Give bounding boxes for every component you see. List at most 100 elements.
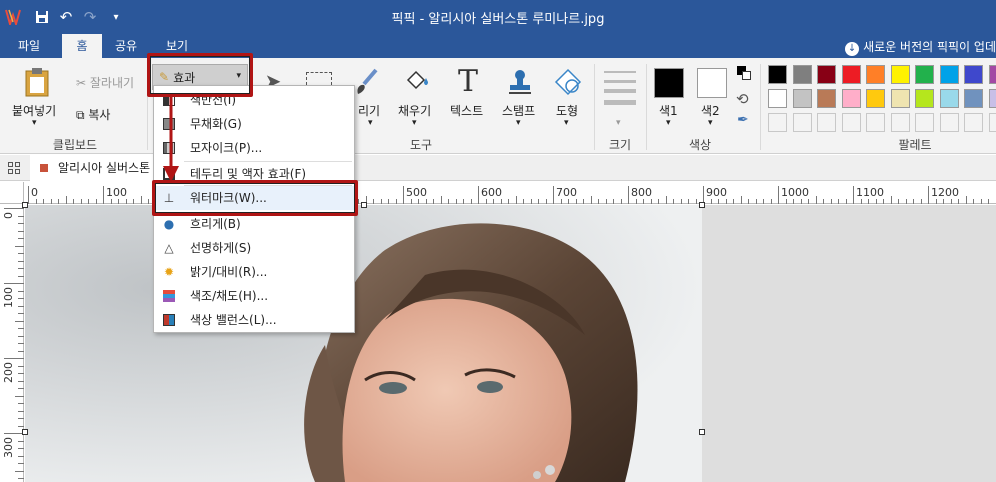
palette-swatch[interactable] bbox=[915, 65, 934, 84]
menu-item-grayscale[interactable]: 무채화(G) bbox=[154, 112, 354, 136]
line-size-icon[interactable] bbox=[602, 68, 638, 108]
ruler-label: 900 bbox=[706, 186, 727, 199]
resize-handle[interactable] bbox=[22, 429, 28, 435]
color1-dropdown-icon[interactable]: ▾ bbox=[666, 118, 671, 128]
shape-icon[interactable] bbox=[552, 66, 584, 98]
palette-swatch[interactable] bbox=[890, 65, 910, 84]
ruler-minor-tick bbox=[58, 199, 59, 204]
draw-button-label[interactable]: 리기 bbox=[358, 102, 380, 119]
shape-dropdown-icon[interactable]: ▾ bbox=[564, 118, 569, 128]
palette-empty-swatch[interactable] bbox=[768, 113, 787, 132]
brightness-icon: ✹ bbox=[163, 265, 175, 279]
draw-dropdown-icon[interactable]: ▾ bbox=[368, 118, 373, 128]
fill-dropdown-icon[interactable]: ▾ bbox=[412, 118, 417, 128]
ruler-minor-tick bbox=[18, 290, 24, 292]
palette-swatch[interactable] bbox=[939, 89, 959, 108]
annotation-arrow bbox=[163, 96, 179, 182]
stamp-dropdown-icon[interactable]: ▾ bbox=[516, 118, 521, 128]
ruler-tick bbox=[778, 186, 779, 204]
default-colors-icon[interactable] bbox=[737, 66, 751, 80]
ruler-minor-tick bbox=[410, 199, 412, 204]
fill-button[interactable]: 채우기 bbox=[398, 102, 431, 119]
tab-overview-icon[interactable] bbox=[8, 162, 20, 174]
ruler-minor-tick bbox=[18, 373, 24, 374]
tab-share[interactable]: 공유 bbox=[106, 34, 146, 58]
ruler-minor-tick bbox=[18, 365, 24, 367]
size-dropdown-icon[interactable]: ▾ bbox=[616, 118, 621, 128]
menu-item-mosaic[interactable]: 모자이크(P)... bbox=[154, 136, 354, 160]
palette-swatch[interactable] bbox=[866, 65, 885, 84]
ruler-minor-tick bbox=[830, 199, 832, 204]
palette-swatch[interactable] bbox=[964, 65, 983, 84]
color1-button[interactable]: 색1 bbox=[659, 102, 678, 119]
color2-button[interactable]: 색2 bbox=[701, 102, 720, 119]
palette-empty-swatch[interactable] bbox=[866, 113, 885, 132]
color1-swatch[interactable] bbox=[654, 68, 684, 98]
palette-swatch[interactable] bbox=[841, 65, 861, 84]
palette-empty-swatch[interactable] bbox=[817, 113, 836, 132]
palette-empty-swatch[interactable] bbox=[841, 113, 861, 132]
tab-home[interactable]: 홈 bbox=[62, 34, 102, 58]
color2-swatch[interactable] bbox=[697, 68, 727, 98]
cut-button[interactable]: ✂ 잘라내기 bbox=[76, 74, 134, 91]
resize-handle[interactable] bbox=[361, 202, 367, 208]
stamp-button[interactable]: 스탬프 bbox=[502, 102, 535, 119]
menu-item-hue[interactable]: 색조/채도(H)... bbox=[154, 284, 354, 308]
resize-handle[interactable] bbox=[699, 202, 705, 208]
ruler-label: 600 bbox=[481, 186, 502, 199]
resize-handle[interactable] bbox=[22, 202, 28, 208]
menu-item-brightness[interactable]: ✹ 밝기/대비(R)... bbox=[154, 260, 354, 284]
palette-empty-swatch[interactable] bbox=[915, 113, 934, 132]
palette-empty-swatch[interactable] bbox=[939, 113, 959, 132]
ruler-minor-tick bbox=[515, 196, 517, 204]
eyedropper-icon[interactable]: ✒ bbox=[737, 112, 749, 128]
palette-empty-swatch[interactable] bbox=[988, 113, 996, 132]
palette-swatch[interactable] bbox=[792, 89, 812, 108]
ruler-minor-tick bbox=[73, 199, 74, 204]
palette-swatch[interactable] bbox=[841, 89, 861, 108]
ruler-minor-tick bbox=[545, 199, 547, 204]
tab-file[interactable]: 파일 bbox=[6, 34, 52, 58]
text-button[interactable]: 텍스트 bbox=[450, 102, 483, 119]
swap-colors-icon[interactable]: ⟲ bbox=[736, 90, 749, 108]
ruler-corner bbox=[0, 182, 24, 204]
palette-swatch[interactable] bbox=[988, 65, 996, 84]
ruler-minor-tick bbox=[680, 199, 682, 204]
ruler-minor-tick bbox=[613, 199, 614, 204]
ruler-minor-tick bbox=[568, 199, 569, 204]
ruler-minor-tick bbox=[88, 199, 89, 204]
palette-swatch[interactable] bbox=[792, 65, 812, 84]
menu-item-sharpen[interactable]: △ 선명하게(S) bbox=[154, 236, 354, 260]
brush-icon[interactable] bbox=[352, 66, 382, 98]
palette-swatch[interactable] bbox=[988, 89, 996, 108]
paste-button[interactable]: 붙여넣기 bbox=[12, 102, 56, 119]
shape-button[interactable]: 도형 bbox=[556, 102, 578, 119]
ruler-minor-tick bbox=[358, 199, 359, 204]
palette-swatch[interactable] bbox=[768, 89, 787, 108]
ruler-minor-tick bbox=[523, 199, 524, 204]
update-notice[interactable]: ↓ 새로운 버전의 픽픽이 업데 bbox=[845, 38, 996, 56]
menu-item-color-balance[interactable]: 색상 밸런스(L)... bbox=[154, 308, 354, 332]
palette-swatch[interactable] bbox=[964, 89, 983, 108]
resize-handle[interactable] bbox=[699, 429, 705, 435]
palette-swatch[interactable] bbox=[768, 65, 787, 84]
palette-swatch[interactable] bbox=[890, 89, 910, 108]
paste-dropdown-icon[interactable]: ▾ bbox=[32, 118, 37, 128]
copy-button[interactable]: ⧉ 복사 bbox=[76, 106, 110, 123]
palette-empty-swatch[interactable] bbox=[792, 113, 812, 132]
palette-empty-swatch[interactable] bbox=[890, 113, 910, 132]
ruler-minor-tick bbox=[725, 199, 727, 204]
ruler-tick bbox=[403, 186, 404, 204]
stamp-icon[interactable] bbox=[504, 66, 536, 98]
palette-empty-swatch[interactable] bbox=[964, 113, 983, 132]
fill-bucket-icon[interactable] bbox=[400, 66, 432, 98]
text-icon[interactable]: T bbox=[452, 64, 484, 99]
palette-swatch[interactable] bbox=[817, 65, 836, 84]
palette-swatch[interactable] bbox=[866, 89, 885, 108]
palette-swatch[interactable] bbox=[939, 65, 959, 84]
palette-swatch[interactable] bbox=[817, 89, 836, 108]
color2-dropdown-icon[interactable]: ▾ bbox=[708, 118, 713, 128]
photo-canvas[interactable] bbox=[25, 205, 702, 482]
palette-swatch[interactable] bbox=[915, 89, 934, 108]
ruler-minor-tick bbox=[755, 199, 757, 204]
